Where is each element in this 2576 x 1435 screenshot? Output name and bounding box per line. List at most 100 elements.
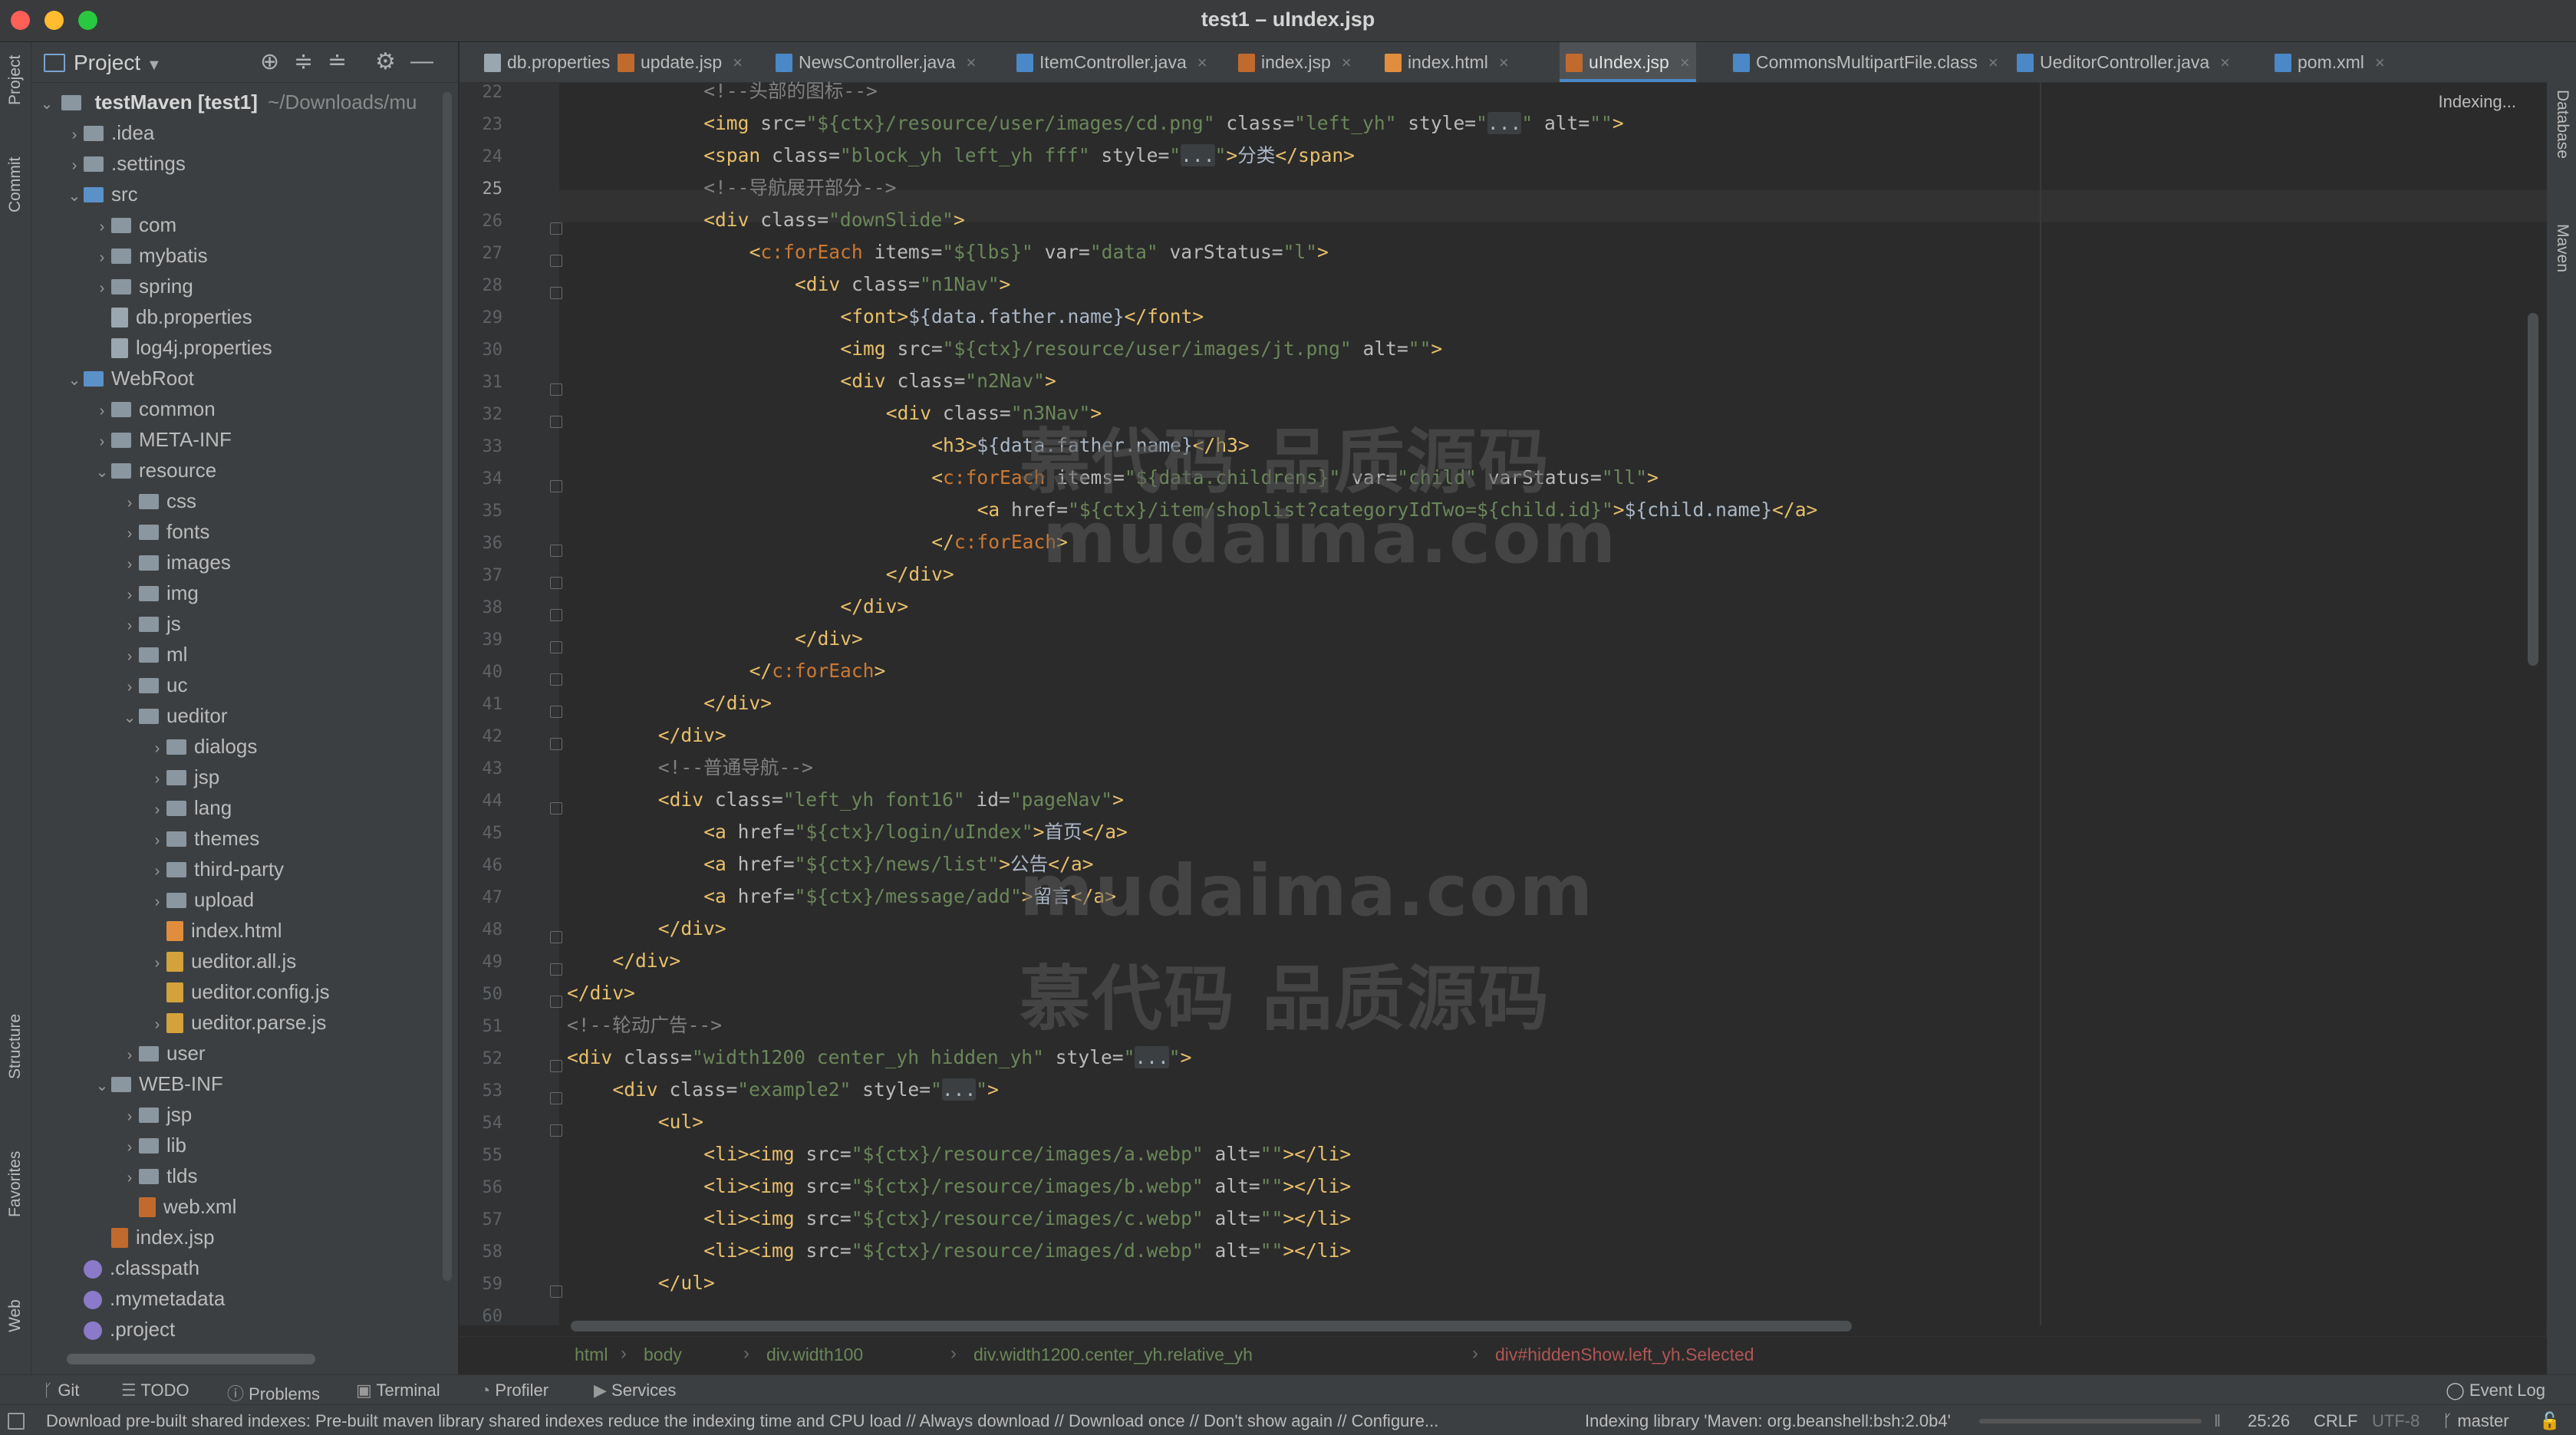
- tree-item[interactable]: › themes: [148, 823, 260, 856]
- fold-marker-icon[interactable]: [550, 609, 562, 621]
- chevron-right-icon[interactable]: ›: [148, 887, 166, 917]
- tree-item[interactable]: .mymetadata: [65, 1283, 225, 1314]
- code-line[interactable]: </c:forEach>: [749, 655, 886, 687]
- project-vertical-scrollbar[interactable]: [443, 92, 452, 1281]
- code-line[interactable]: <div class="downSlide">: [703, 204, 965, 236]
- fold-marker-icon[interactable]: [550, 931, 562, 943]
- commit-tool-tab[interactable]: Commit: [0, 157, 31, 249]
- tree-item[interactable]: › fonts: [120, 516, 210, 547]
- tree-item[interactable]: › tlds: [120, 1160, 198, 1191]
- line-separator[interactable]: CRLF: [2314, 1411, 2357, 1431]
- code-line[interactable]: </div>: [795, 623, 863, 655]
- chevron-right-icon[interactable]: ›: [93, 396, 111, 426]
- code-line[interactable]: <span class="block_yh left_yh fff" style…: [703, 140, 1355, 172]
- chevron-right-icon[interactable]: ›: [93, 242, 111, 273]
- pause-icon[interactable]: ‖: [2214, 1411, 2221, 1431]
- tree-item[interactable]: › jsp: [148, 762, 220, 792]
- close-tab-icon[interactable]: ×: [1499, 53, 1509, 72]
- chevron-down-icon[interactable]: ⌄: [93, 457, 111, 488]
- chevron-right-icon[interactable]: ›: [120, 1040, 139, 1071]
- tree-item[interactable]: ⌄ WEB-INF: [93, 1068, 223, 1099]
- breadcrumb-item[interactable]: div.width1200.center_yh.relative_yh: [973, 1344, 1253, 1365]
- caret-position[interactable]: 25:26: [2248, 1411, 2290, 1431]
- tree-item[interactable]: db.properties: [93, 301, 252, 332]
- close-tab-icon[interactable]: ×: [1342, 53, 1352, 72]
- fold-marker-icon[interactable]: [550, 480, 562, 492]
- tree-item[interactable]: › ueditor.parse.js: [148, 1007, 327, 1040]
- chevron-down-icon[interactable]: ⌄: [93, 1071, 111, 1101]
- collapse-all-icon[interactable]: ≐: [328, 48, 347, 75]
- fold-marker-icon[interactable]: [550, 255, 562, 267]
- code-line[interactable]: </div>: [658, 913, 726, 945]
- chevron-right-icon[interactable]: ›: [93, 212, 111, 242]
- database-tool-tab[interactable]: Database: [2547, 50, 2576, 165]
- fold-marker-icon[interactable]: [550, 383, 562, 396]
- code-line[interactable]: <font>${data.father.name}</font>: [840, 301, 1204, 333]
- event-log-button[interactable]: ◯ Event Log: [2446, 1381, 2545, 1400]
- chevron-right-icon[interactable]: ›: [148, 948, 166, 979]
- lock-icon[interactable]: 🔓: [2539, 1411, 2560, 1431]
- code-editor[interactable]: 22 23 24 25 26 27 28 29 30 31 32 33 34 35 36 37 38 39 40 41…: [460, 80, 2547, 1331]
- fold-marker-icon[interactable]: [550, 287, 562, 299]
- chevron-right-icon[interactable]: ›: [120, 641, 139, 672]
- editor-vertical-scrollbar[interactable]: [2528, 313, 2538, 666]
- chevron-right-icon[interactable]: ›: [120, 1132, 139, 1163]
- tool-window-button[interactable]: ☰ TODO: [121, 1381, 189, 1400]
- tree-item[interactable]: ⌄ ueditor: [120, 700, 228, 731]
- chevron-right-icon[interactable]: ›: [148, 825, 166, 856]
- fold-marker-icon[interactable]: [550, 416, 562, 428]
- project-view-selector[interactable]: Project ▼: [74, 51, 162, 75]
- tree-item[interactable]: › common: [93, 393, 216, 424]
- code-line[interactable]: <c:forEach items="${lbs}" var="data" var…: [749, 236, 1329, 268]
- close-tab-icon[interactable]: ×: [1988, 53, 1998, 72]
- tree-item[interactable]: › dialogs: [148, 731, 258, 762]
- editor-tab[interactable]: uIndex.jsp ×: [1560, 42, 1696, 82]
- close-tab-icon[interactable]: ×: [2375, 53, 2385, 72]
- breadcrumb-item[interactable]: div#hiddenShow.left_yh.Selected: [1495, 1344, 1754, 1365]
- folded-code-placeholder[interactable]: ...: [1135, 1046, 1169, 1068]
- code-line[interactable]: <div class="width1200 center_yh hidden_y…: [567, 1042, 1191, 1074]
- chevron-right-icon[interactable]: ›: [120, 672, 139, 703]
- hide-panel-icon[interactable]: —: [410, 48, 433, 74]
- tree-root[interactable]: ⌄ testMaven [test1] ~/Downloads/mu: [38, 87, 417, 117]
- chevron-right-icon[interactable]: ›: [120, 488, 139, 518]
- code-line[interactable]: </div>: [886, 558, 954, 591]
- chevron-right-icon[interactable]: ›: [120, 1101, 139, 1132]
- code-line[interactable]: <ul>: [658, 1106, 703, 1138]
- folded-code-placeholder[interactable]: ...: [941, 1078, 977, 1101]
- code-line[interactable]: <img src="${ctx}/resource/user/images/jt…: [840, 333, 1442, 365]
- expand-all-icon[interactable]: ≑: [294, 48, 313, 75]
- fold-marker-icon[interactable]: [550, 577, 562, 589]
- file-encoding[interactable]: UTF-8: [2372, 1411, 2420, 1431]
- chevron-right-icon[interactable]: ›: [148, 856, 166, 887]
- close-tab-icon[interactable]: ×: [2220, 53, 2230, 72]
- gear-icon[interactable]: ⚙: [375, 48, 396, 75]
- chevron-right-icon[interactable]: ›: [120, 549, 139, 580]
- chevron-right-icon[interactable]: ›: [148, 795, 166, 825]
- chevron-down-icon[interactable]: ⌄: [65, 181, 84, 212]
- editor-tab[interactable]: pom.xml ×: [2268, 42, 2391, 82]
- fold-marker-icon[interactable]: [550, 1092, 562, 1104]
- code-line[interactable]: <li><img src="${ctx}/resource/images/d.w…: [703, 1235, 1351, 1267]
- fold-marker-icon[interactable]: [550, 738, 562, 750]
- editor-tab[interactable]: UeditorController.java ×: [2011, 42, 2236, 82]
- code-line[interactable]: <div class="left_yh font16" id="pageNav"…: [658, 784, 1124, 816]
- editor-tab[interactable]: ItemController.java ×: [1010, 42, 1214, 82]
- tree-item[interactable]: index.html: [148, 915, 282, 946]
- tree-item[interactable]: › .settings: [65, 148, 186, 179]
- code-line[interactable]: </div>: [658, 719, 726, 752]
- tree-item[interactable]: › uc: [120, 670, 188, 703]
- status-message[interactable]: Download pre-built shared indexes: Pre-b…: [46, 1411, 1438, 1431]
- close-tab-icon[interactable]: ×: [967, 53, 977, 72]
- project-tool-tab[interactable]: Project: [0, 50, 31, 142]
- tool-window-button[interactable]: ▣ Terminal: [356, 1381, 440, 1400]
- code-line[interactable]: </div>: [612, 945, 680, 977]
- chevron-right-icon[interactable]: ›: [65, 150, 84, 181]
- code-line[interactable]: <!--轮动广告-->: [567, 1009, 722, 1042]
- tree-item[interactable]: › ueditor.all.js: [148, 946, 297, 979]
- tree-item[interactable]: › css: [120, 485, 196, 516]
- fold-marker-icon[interactable]: [550, 1060, 562, 1072]
- tree-item[interactable]: ueditor.config.js: [148, 976, 330, 1007]
- code-line[interactable]: </div>: [567, 977, 635, 1009]
- chevron-right-icon[interactable]: ›: [148, 1009, 166, 1040]
